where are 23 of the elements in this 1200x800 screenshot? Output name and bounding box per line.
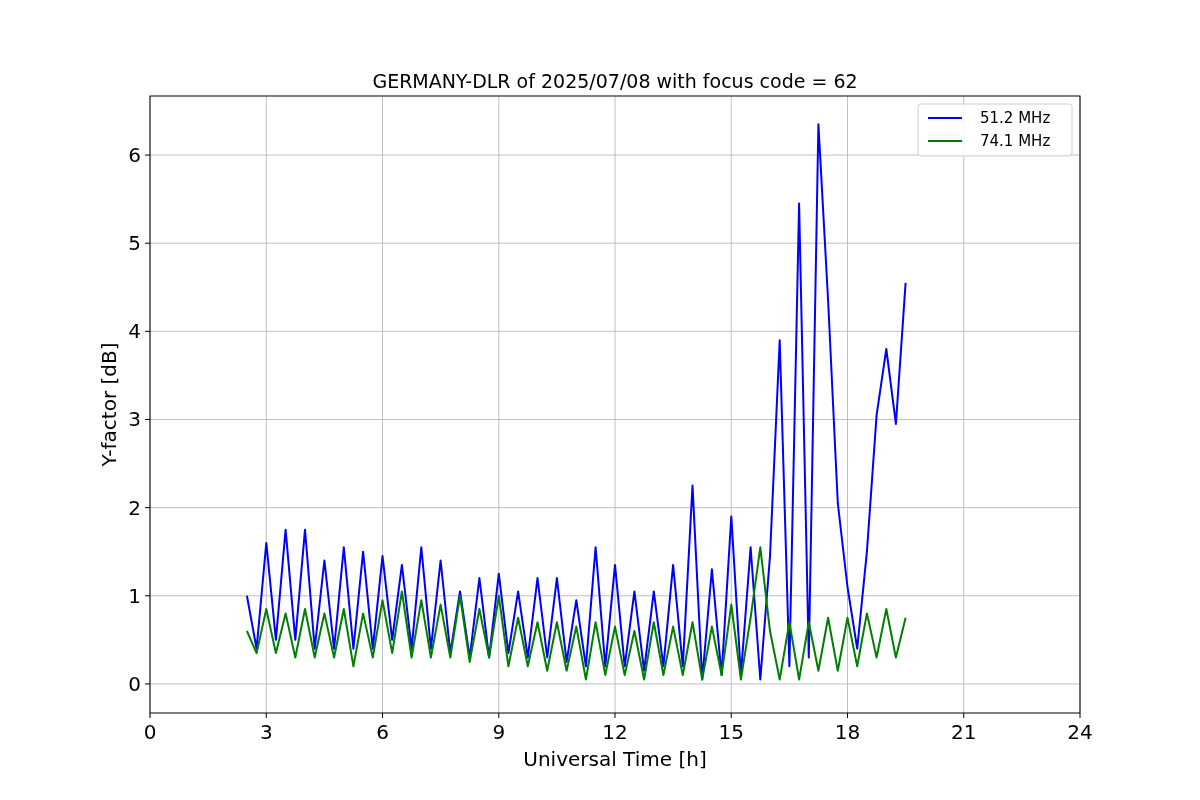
y-axis-label: Y-factor [dB]: [97, 342, 121, 467]
x-tick-label: 9: [492, 720, 506, 744]
y-tick-label: 0: [128, 671, 141, 696]
legend-line: [927, 140, 963, 142]
x-tick-label: 21: [951, 720, 977, 744]
x-tick-label: 15: [718, 720, 744, 744]
x-tick-label: 0: [143, 720, 157, 744]
y-tick-label: 3: [128, 407, 141, 432]
legend-label: 74.1 MHz: [980, 132, 1051, 150]
x-tick-label: 3: [259, 720, 273, 744]
chart-title: GERMANY-DLR of 2025/07/08 with focus code = 62: [372, 70, 858, 92]
y-tick-label: 5: [128, 231, 141, 256]
y-tick-label: 1: [128, 583, 141, 608]
legend-line: [927, 117, 963, 119]
y-tick-label: 2: [128, 495, 141, 520]
y-tick-label: 6: [128, 143, 141, 168]
x-tick-label: 12: [602, 720, 628, 744]
x-axis-label: Universal Time [h]: [523, 747, 707, 771]
x-tick-label: 24: [1067, 720, 1093, 744]
legend-label: 51.2 MHz: [980, 109, 1051, 127]
x-tick-label: 18: [834, 720, 861, 744]
x-tick-label: 6: [376, 720, 389, 744]
y-tick-label: 4: [128, 319, 141, 344]
